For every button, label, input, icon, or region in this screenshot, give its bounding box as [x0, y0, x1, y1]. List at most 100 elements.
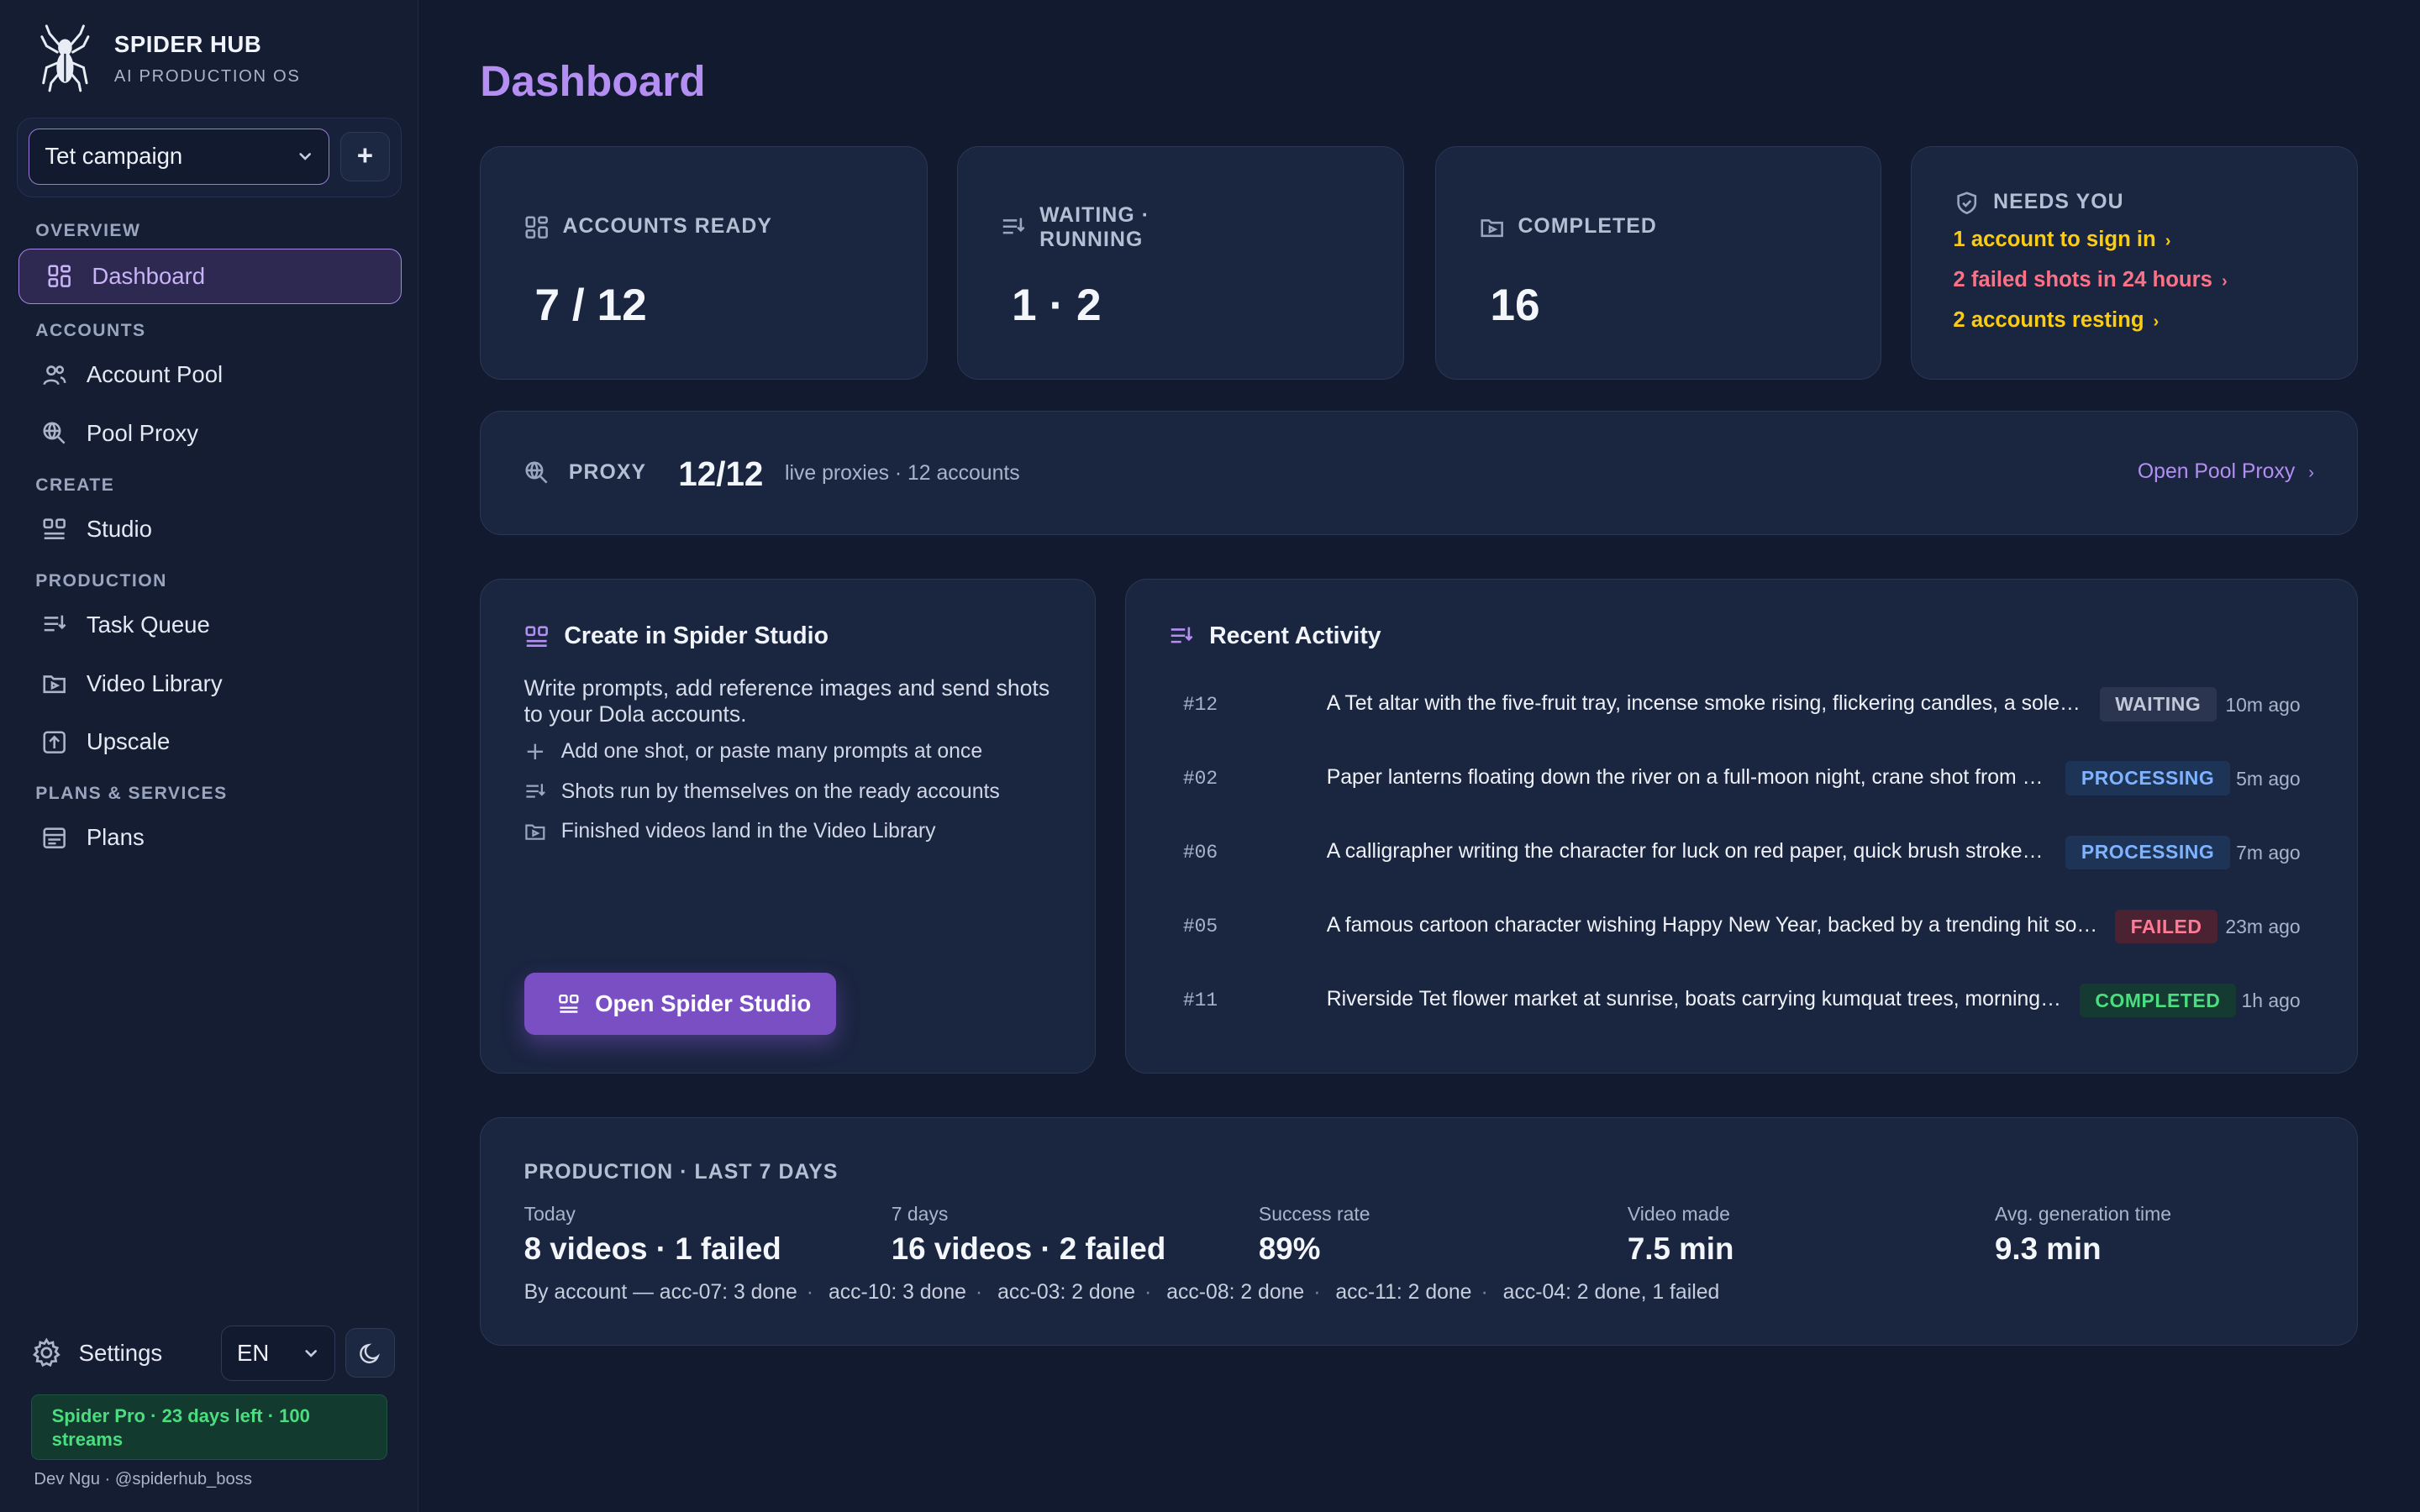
needs-you-label-text: NEEDS YOU [1993, 190, 2124, 213]
sidebar-footer-controls: Settings EN [31, 1325, 398, 1381]
theme-toggle-button[interactable] [345, 1328, 396, 1378]
needs-you-card: NEEDS YOU 1 account to sign in › 2 failed… [1910, 146, 2359, 380]
brand-title: SPIDER HUB [113, 30, 262, 57]
activity-row[interactable]: #06 A calligrapher writing the character… [1182, 835, 2301, 873]
production-title: PRODUCTION · LAST 7 DAYS [523, 1161, 839, 1184]
studio-card-title-text: Create in Spider Studio [564, 622, 829, 650]
activity-id: #02 [1182, 767, 1218, 790]
needs-you-item[interactable]: 1 account to sign in › [1953, 228, 2170, 252]
metric-success-rate: Success rate 89% [1259, 1203, 1370, 1267]
by-account-item: acc-07: 3 done [659, 1281, 797, 1305]
activity-time: 7m ago [2236, 841, 2301, 864]
open-pool-proxy-label: Open Pool Proxy [2137, 460, 2296, 484]
metric-value: 9.3 min [1995, 1231, 2102, 1267]
brand-subtitle: AI PRODUCTION OS [113, 66, 301, 86]
open-spider-studio-label: Open Spider Studio [595, 990, 812, 1016]
activity-row[interactable]: #11 Riverside Tet flower market at sunri… [1183, 983, 2301, 1021]
sidebar-item-label: Pool Proxy [86, 420, 199, 447]
sidebar-item-account-pool[interactable]: Account Pool [18, 347, 402, 402]
waiting-running-card: WAITING · RUNNING 1 · 2 [956, 146, 1405, 380]
activity-prompt: Paper lanterns floating down the river o… [1326, 765, 2046, 789]
needs-you-item[interactable]: 2 failed shots in 24 hours › [1953, 268, 2227, 292]
accounts-ready-value: 7 / 12 [534, 281, 647, 331]
sidebar-item-label: Plans [86, 824, 145, 851]
waiting-label-text: WAITING · [1039, 203, 1150, 227]
settings-label: Settings [78, 1339, 163, 1366]
campaign-select-value: Tet campaign [45, 143, 183, 170]
campaign-switcher: Tet campaign + [17, 117, 402, 198]
language-value: EN [236, 1339, 270, 1366]
activity-time: 10m ago [2225, 693, 2301, 716]
by-account-item: acc-08: 2 done [1166, 1281, 1305, 1305]
recent-activity-card: Recent Activity #12 A Tet altar with the… [1124, 578, 2359, 1074]
queue-list-icon [40, 611, 68, 638]
metric-value: 8 videos · 1 failed [523, 1231, 781, 1267]
activity-prompt: A Tet altar with the five-fruit tray, in… [1326, 691, 2083, 715]
dashboard-grid-icon [525, 216, 548, 239]
plus-icon [527, 743, 543, 759]
sidebar-item-dashboard[interactable]: Dashboard [18, 248, 402, 304]
activity-time: 5m ago [2236, 767, 2301, 790]
metric-label: Success rate [1258, 1202, 1370, 1225]
queue-list-icon [1171, 627, 1193, 643]
studio-card-title: Create in Spider Studio [524, 622, 829, 650]
production-summary-card: PRODUCTION · LAST 7 DAYS Today 8 videos … [480, 1116, 2359, 1346]
plus-icon: + [356, 140, 374, 172]
settings-button[interactable]: Settings [31, 1326, 162, 1381]
activity-prompt: Riverside Tet flower market at sunrise, … [1326, 988, 2061, 1011]
metric-video-made: Video made 7.5 min [1628, 1203, 1734, 1267]
sidebar-item-video-library[interactable]: Video Library [18, 656, 402, 711]
add-campaign-button[interactable]: + [340, 132, 390, 181]
by-account-item: acc-11: 2 done [1335, 1281, 1472, 1305]
brand[interactable]: SPIDER HUB AI PRODUCTION OS [40, 24, 301, 92]
current-user: Dev Ngu · @spiderhub_boss [34, 1470, 252, 1489]
recent-activity-title-text: Recent Activity [1209, 622, 1381, 650]
open-pool-proxy-link[interactable]: Open Pool Proxy › [2138, 460, 2314, 484]
status-badge: PROCESSING [2065, 835, 2230, 870]
sidebar-item-label: Studio [86, 515, 152, 542]
needs-you-item-text: 2 failed shots in 24 hours [1953, 267, 2212, 291]
sidebar-item-task-queue[interactable]: Task Queue [18, 597, 402, 653]
metric-avg-generation-time: Avg. generation time 9.3 min [1995, 1203, 2171, 1267]
studio-card: Create in Spider Studio Write prompts, a… [480, 578, 1097, 1074]
studio-feature-text: Shots run by themselves on the ready acc… [560, 780, 1000, 803]
campaign-select[interactable]: Tet campaign [29, 129, 330, 185]
proxy-label: PROXY [524, 460, 647, 485]
sidebar-item-label: Upscale [86, 728, 171, 755]
video-folder-icon [524, 824, 545, 841]
studio-icon [525, 626, 548, 647]
completed-card: COMPLETED 16 [1435, 146, 1881, 380]
needs-you-item-text: 1 account to sign in [1953, 227, 2156, 251]
sidebar-item-upscale[interactable]: Upscale [18, 714, 402, 769]
studio-description: Write prompts, add reference images and … [523, 675, 1050, 727]
page-title: Dashboard [480, 56, 706, 106]
activity-id: #06 [1182, 841, 1218, 864]
activity-id: #12 [1182, 693, 1218, 716]
activity-row[interactable]: #12 A Tet altar with the five-fruit tray… [1183, 687, 2301, 724]
sidebar-item-label: Video Library [86, 669, 223, 696]
activity-row[interactable]: #05 A famous cartoon character wishing H… [1183, 909, 2301, 947]
video-folder-icon [40, 669, 68, 697]
studio-icon [559, 994, 579, 1013]
chevron-right-icon: › [2308, 464, 2315, 483]
completed-value: 16 [1490, 281, 1540, 331]
status-badge: COMPLETED [2080, 983, 2236, 1018]
sidebar-item-studio[interactable]: Studio [18, 501, 402, 557]
status-badge: PROCESSING [2065, 761, 2230, 795]
open-spider-studio-button[interactable]: Open Spider Studio [523, 973, 836, 1035]
chevron-down-icon [299, 153, 312, 161]
activity-row[interactable]: #02 Paper lanterns floating down the riv… [1183, 761, 2301, 798]
by-account-item: acc-03: 2 done [997, 1281, 1136, 1305]
sidebar-item-plans[interactable]: Plans [18, 810, 402, 865]
chevron-down-icon [305, 1349, 317, 1357]
needs-you-item[interactable]: 2 accounts resting › [1953, 308, 2159, 333]
activity-prompt: A famous cartoon character wishing Happy… [1326, 914, 2099, 937]
nav-section-plans: PLANS & SERVICES [35, 784, 228, 804]
sidebar-item-pool-proxy[interactable]: Pool Proxy [18, 406, 402, 461]
upscale-icon [40, 728, 68, 756]
activity-time: 23m ago [2225, 916, 2301, 938]
metric-label: Video made [1627, 1202, 1730, 1225]
spider-logo-icon [40, 24, 90, 92]
language-select[interactable]: EN [220, 1325, 335, 1381]
video-folder-icon [1481, 219, 1503, 238]
